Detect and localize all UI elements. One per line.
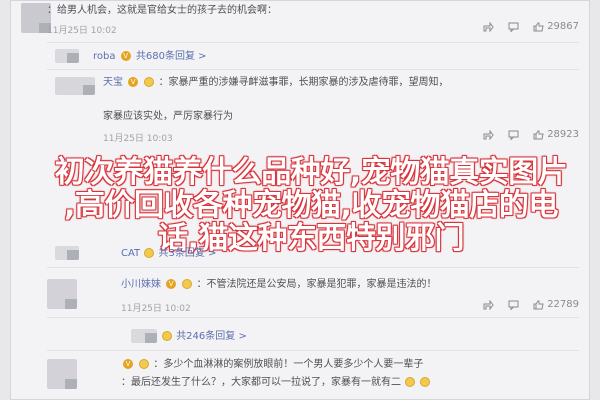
share-button[interactable] xyxy=(483,299,494,310)
comment-icon xyxy=(508,22,519,32)
like-button[interactable]: 22789 xyxy=(533,299,579,310)
verified-badge-icon: V xyxy=(166,279,177,289)
headline-line-2: ,高价回收各种宠物猫,收宠物猫店的电 xyxy=(64,188,558,223)
share-icon xyxy=(483,299,494,310)
thumbs-up-icon xyxy=(533,300,544,309)
username[interactable]: CAT xyxy=(121,248,140,259)
share-icon xyxy=(483,129,494,140)
emoji-icon xyxy=(420,377,431,387)
comment-text: 天宝 V ：家暴严重的涉嫌寻衅滋事罪，长期家暴的涉及虐待罪，望周知， xyxy=(103,75,581,91)
comment-panel: ：给男人机会，这就是官给女士的孩子去的机会啊： 11月25日 10:02 298… xyxy=(10,0,590,400)
comment-text: ：给男人机会，这就是官给女士的孩子去的机会啊： xyxy=(47,3,581,19)
reply-summary-text[interactable]: CAT 共3条回复 > xyxy=(121,246,581,262)
divider xyxy=(47,42,579,43)
reply-summary-text[interactable]: roba V 共680条回复 > xyxy=(93,49,581,65)
avatar[interactable] xyxy=(47,279,77,309)
comment-actions: 28923 xyxy=(483,129,579,140)
thumbs-up-icon xyxy=(533,22,544,31)
like-count: 29867 xyxy=(547,21,579,32)
share-button[interactable] xyxy=(483,21,494,32)
divider xyxy=(47,69,579,70)
reply-count[interactable]: 共680条回复 xyxy=(136,51,195,62)
like-button[interactable]: 28923 xyxy=(533,129,579,140)
avatar xyxy=(55,246,79,260)
emoji-icon xyxy=(162,331,172,341)
reply-summary-text[interactable]: 共246条回复 > xyxy=(161,329,581,345)
comment-actions: 22789 xyxy=(483,299,579,310)
comment-content: ：不管法院还是公安局，家暴是犯罪，家暴是违法的！ xyxy=(196,279,437,290)
divider xyxy=(47,350,579,351)
divider xyxy=(47,317,579,318)
emoji-icon xyxy=(144,77,155,87)
comment-content: ：多少个血淋淋的案例放眼前！一个男人要多少个人要一辈子 xyxy=(153,359,424,370)
avatar xyxy=(131,329,157,343)
avatar xyxy=(55,49,79,63)
headline-overlay: 初次养猫养什么品种好,宠物猫真实图片 ,高价回收各种宠物猫,收宠物猫店的电 话,… xyxy=(11,156,600,255)
comment-content: ：家暴严重的涉嫌寻衅滋事罪，长期家暴的涉及虐待罪，望周知， xyxy=(158,77,449,88)
username[interactable]: roba xyxy=(93,51,116,62)
share-icon xyxy=(483,21,494,32)
verified-badge-icon: V xyxy=(128,77,139,87)
comment-actions: 29867 xyxy=(483,21,579,32)
verified-badge-icon: V xyxy=(123,359,133,369)
comment-date: 11月25日 10:03 xyxy=(103,134,173,144)
chevron-right-icon: > xyxy=(238,331,247,342)
username[interactable]: 小川妹妹 xyxy=(121,279,161,290)
comment-text-line2: ：最后还发生了什么？，大家都可以一拉说了，家暴有一就有二 xyxy=(121,375,581,391)
verified-badge-icon: V xyxy=(120,51,131,61)
comment-icon xyxy=(508,300,519,310)
like-count: 28923 xyxy=(547,129,579,140)
avatar[interactable] xyxy=(55,77,95,95)
username[interactable]: 天宝 xyxy=(103,77,123,88)
comment-text: 小川妹妹 V ：不管法院还是公安局，家暴是犯罪，家暴是违法的！ xyxy=(121,277,581,293)
emoji-icon xyxy=(144,248,155,258)
like-count: 22789 xyxy=(547,299,579,310)
reply-count[interactable]: 共3条回复 xyxy=(159,248,205,259)
headline-line-1: 初次养猫养什么品种好,宠物猫真实图片 xyxy=(54,155,568,190)
thumbs-up-icon xyxy=(533,130,544,139)
divider xyxy=(47,267,579,268)
avatar[interactable] xyxy=(47,359,77,389)
emoji-icon xyxy=(405,377,416,387)
reply-count[interactable]: 共246条回复 xyxy=(176,331,235,342)
comment-text-line2: 家暴应该实处，严厉家暴行为 xyxy=(103,111,233,122)
emoji-icon xyxy=(139,359,150,369)
emoji-icon xyxy=(182,279,193,289)
like-button[interactable]: 29867 xyxy=(533,21,579,32)
comment-text: V ：多少个血淋淋的案例放眼前！一个男人要多少个人要一辈子 xyxy=(121,357,581,373)
comment-icon xyxy=(508,130,519,140)
comment-button[interactable] xyxy=(508,300,519,310)
comment-button[interactable] xyxy=(508,22,519,32)
comment-button[interactable] xyxy=(508,130,519,140)
comment-content-line2: ：最后还发生了什么？，大家都可以一拉说了，家暴有一就有二 xyxy=(121,377,401,388)
comment-content: ：给男人机会，这就是官给女士的孩子去的机会啊： xyxy=(47,5,277,16)
share-button[interactable] xyxy=(483,129,494,140)
chevron-right-icon: > xyxy=(208,248,217,259)
comment-date: 11月25日 10:02 xyxy=(121,304,191,314)
chevron-right-icon: > xyxy=(198,51,207,62)
comment-date: 11月25日 10:02 xyxy=(47,26,117,36)
